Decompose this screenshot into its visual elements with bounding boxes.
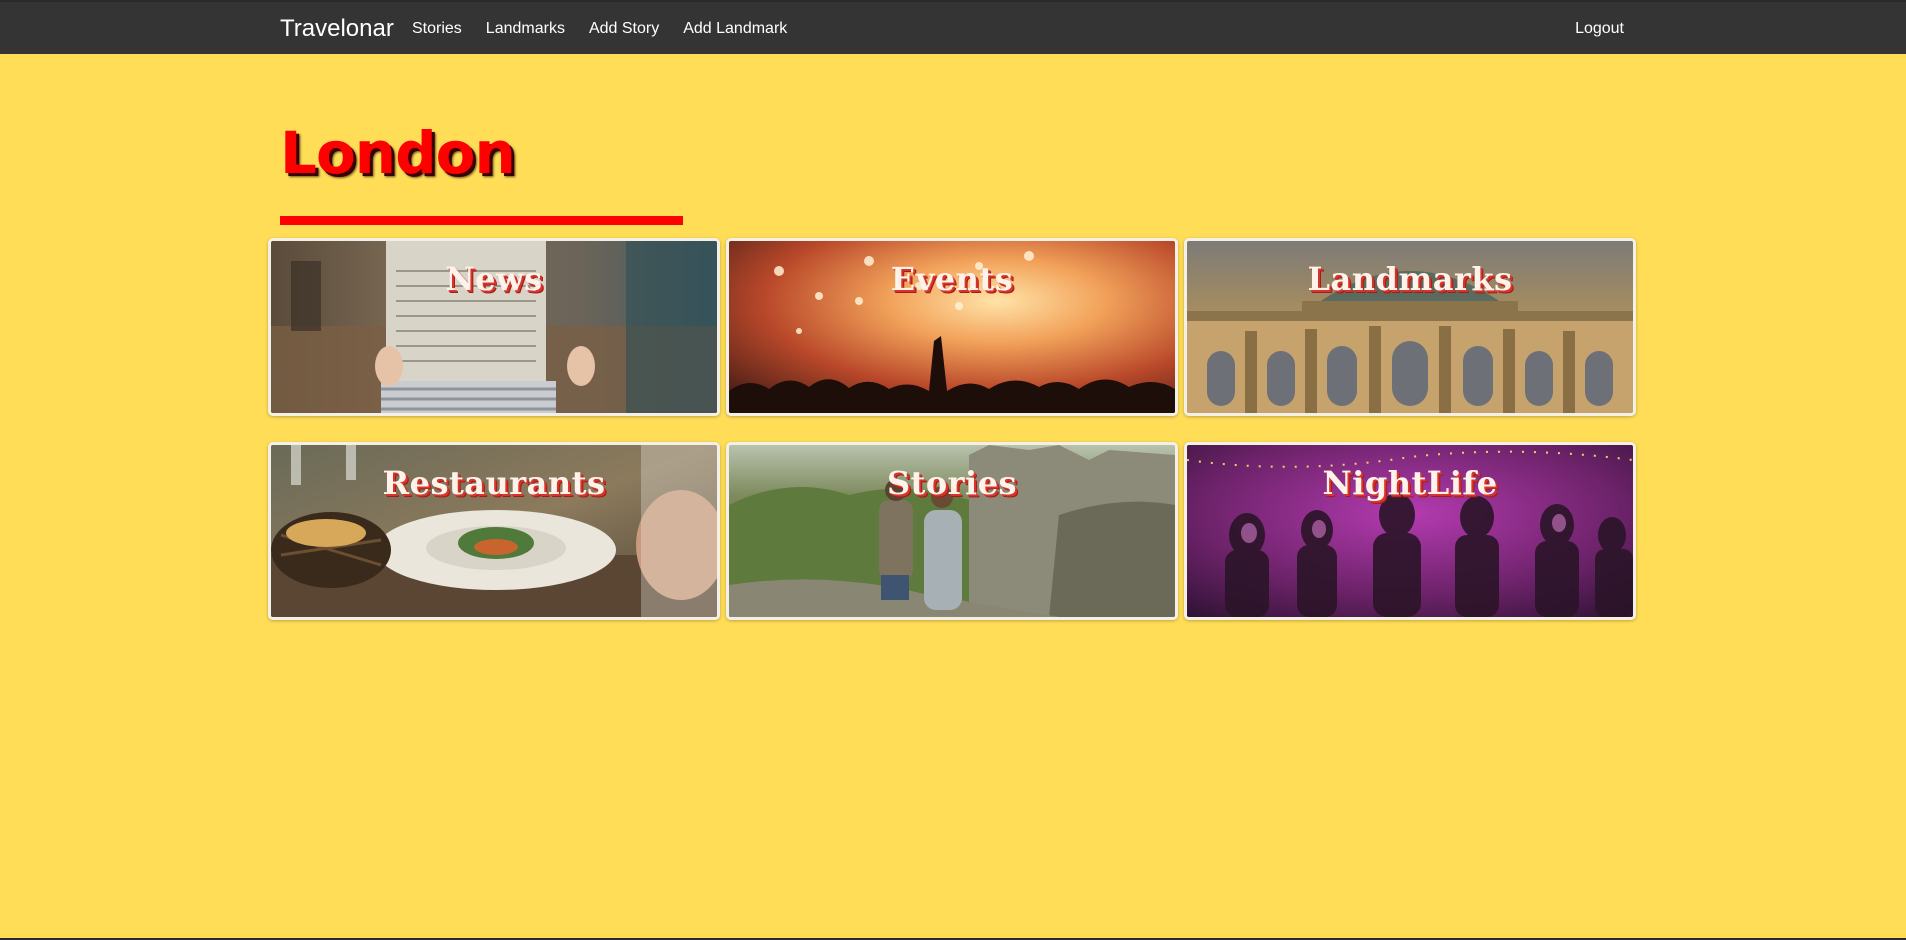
logout-link[interactable]: Logout [1575,19,1624,39]
category-card-stories[interactable]: Stories [726,442,1178,620]
category-label: Stories [886,464,1018,502]
top-navbar: Travelonar Stories Landmarks Add Story A… [0,0,1906,54]
brand-link[interactable]: Travelonar [280,14,394,44]
category-label: Restaurants [382,464,606,502]
title-underline [280,216,683,225]
category-label: Events [890,260,1014,298]
category-card-restaurants[interactable]: Restaurants [268,442,720,620]
page-title: London [280,119,516,187]
nav-link-add-story[interactable]: Add Story [589,19,659,39]
category-card-nightlife[interactable]: NightLife [1184,442,1636,620]
category-card-events[interactable]: Events [726,238,1178,416]
nav-links: Stories Landmarks Add Story Add Landmark [412,19,811,39]
nav-link-landmarks[interactable]: Landmarks [486,19,565,39]
nav-link-stories[interactable]: Stories [412,19,462,39]
nav-link-add-landmark[interactable]: Add Landmark [683,19,787,39]
category-card-news[interactable]: News [268,238,720,416]
category-label: News [445,260,543,298]
category-label: Landmarks [1307,260,1513,298]
category-label: NightLife [1322,464,1498,502]
category-card-landmarks[interactable]: Landmarks [1184,238,1636,416]
category-grid: News Events Landmarks Restaurants Storie… [268,238,1636,622]
